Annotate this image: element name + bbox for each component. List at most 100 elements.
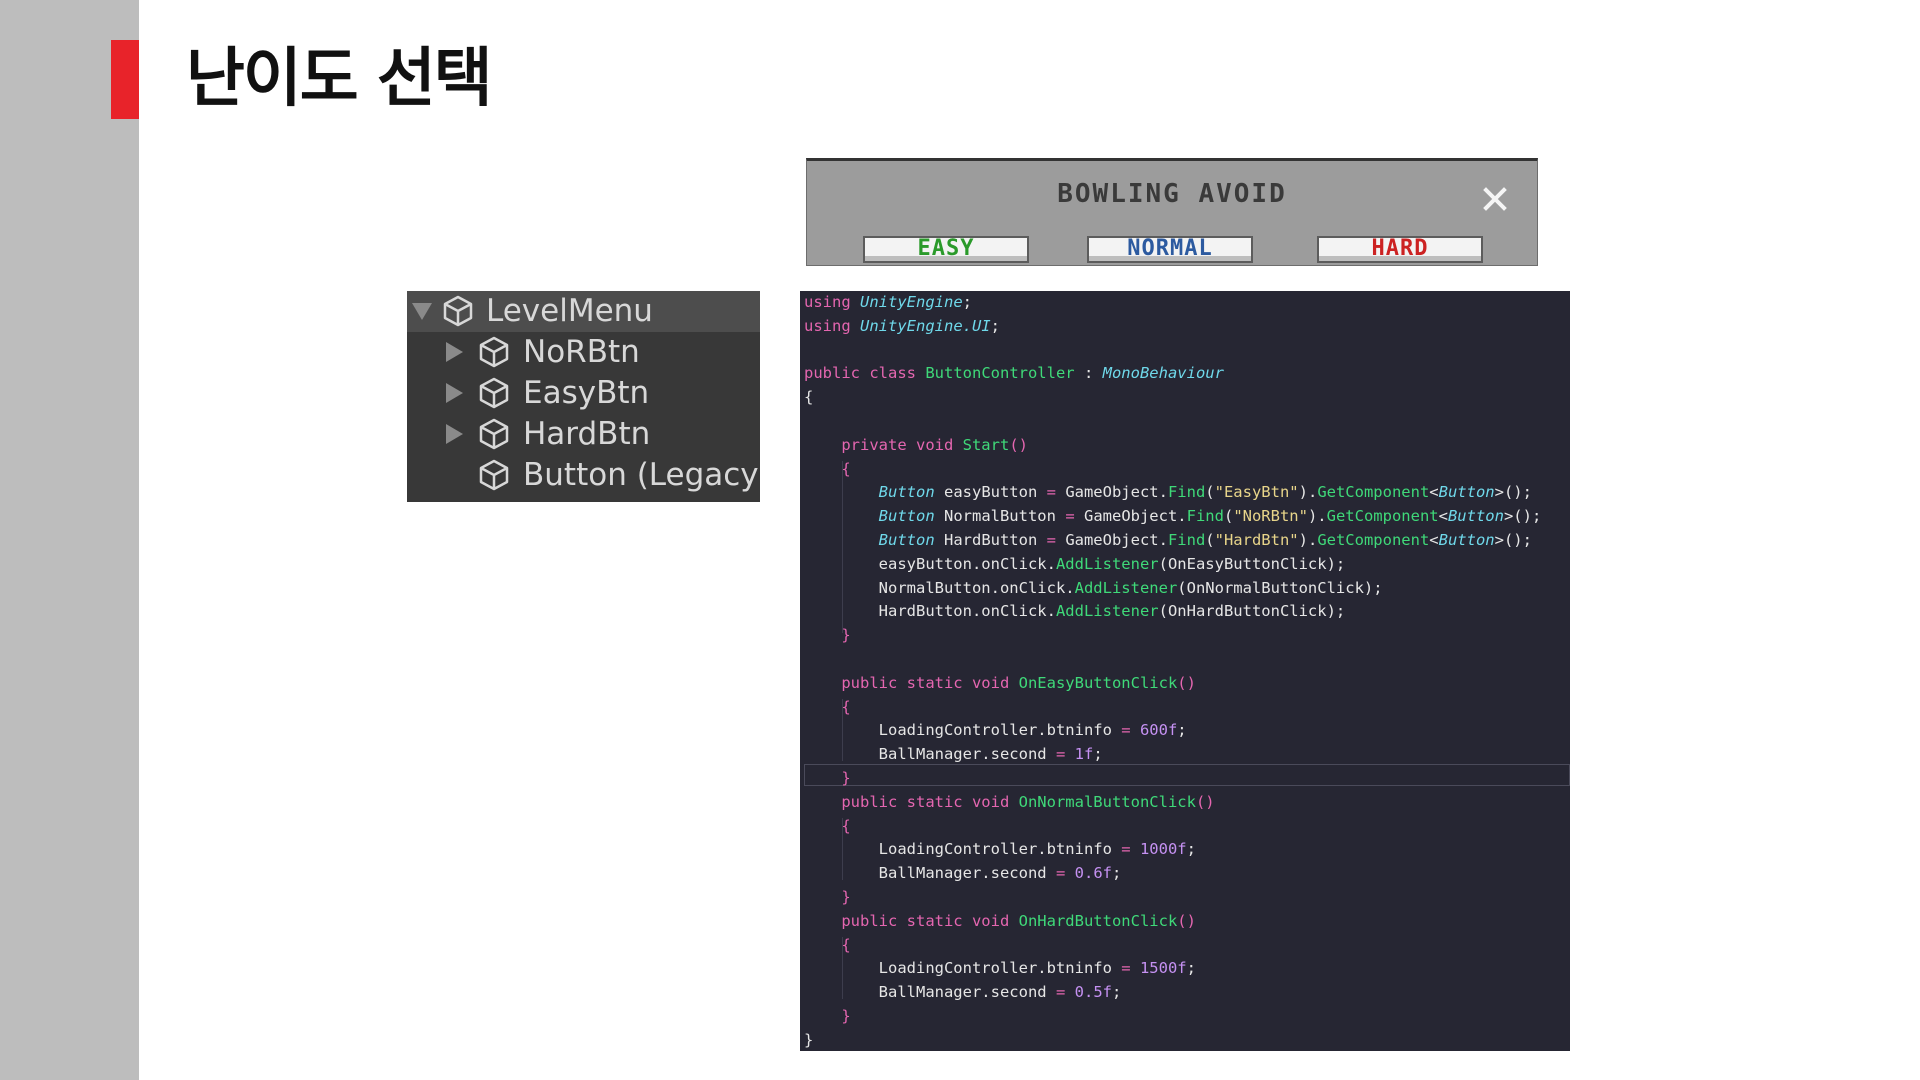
hard-button-label: HARD <box>1371 236 1429 261</box>
code-line: public static void OnHardButtonClick() <box>804 910 1196 934</box>
code-token: = <box>1065 507 1075 526</box>
expand-arrow-icon[interactable] <box>412 303 432 320</box>
game-window: BOWLING AVOID EASY NORMAL HARD <box>806 158 1538 266</box>
code-token: 0.5f <box>1074 983 1112 1002</box>
left-sidebar-band <box>0 0 139 1080</box>
code-token: () <box>1009 435 1028 454</box>
code-token: = <box>1121 959 1131 978</box>
code-token: = <box>1121 840 1131 859</box>
code-line: } <box>804 1029 813 1051</box>
code-token: ; <box>1186 959 1196 978</box>
hierarchy-item-easybtn[interactable]: EasyBtn <box>407 373 760 414</box>
code-token: NormalButton <box>934 507 1066 526</box>
code-token: OnEasyButtonClick <box>1018 673 1178 692</box>
code-token: UnityEngine.UI <box>860 316 991 335</box>
code-token: ( <box>1205 483 1215 502</box>
code-token: } <box>804 626 851 645</box>
code-line: public static void OnNormalButtonClick() <box>804 791 1214 815</box>
code-token: easyButton <box>934 483 1047 502</box>
code-token: ). <box>1298 483 1318 502</box>
code-token: OnNormalButtonClick <box>1018 792 1196 811</box>
code-token: ; <box>1111 864 1122 883</box>
code-token: "EasyBtn" <box>1214 483 1299 502</box>
game-title: BOWLING AVOID <box>1057 179 1287 209</box>
code-editor[interactable]: using UnityEngine; using UnityEngine.UI; p… <box>800 291 1570 1051</box>
code-line: } <box>804 1005 850 1029</box>
code-token: ; <box>1111 983 1122 1002</box>
code-line: { <box>804 386 813 410</box>
code-token: MonoBehaviour <box>1102 364 1224 383</box>
hierarchy-item-button-legacy[interactable]: Button (Legacy) <box>407 455 760 496</box>
code-token: "HardBtn" <box>1214 531 1299 549</box>
code-line: NormalButton.onClick.AddListener(OnNorma… <box>804 577 1383 601</box>
title-accent-bar <box>111 40 139 119</box>
code-token: GameObject. <box>1074 507 1187 526</box>
collapse-arrow-icon[interactable] <box>446 383 463 403</box>
collapse-arrow-icon[interactable] <box>446 342 463 362</box>
code-token: = <box>1055 983 1066 1002</box>
code-token: >(); <box>1503 507 1542 526</box>
code-line: } <box>804 767 850 791</box>
cube-icon <box>479 377 509 409</box>
code-token: Start <box>962 435 1010 454</box>
code-token: easyButton.onClick. <box>804 554 1056 573</box>
code-token: : <box>1074 364 1103 383</box>
easy-button[interactable]: EASY <box>863 236 1029 263</box>
code-token: GameObject. <box>1055 531 1168 549</box>
cube-icon <box>479 336 509 368</box>
hierarchy-label-easybtn: EasyBtn <box>523 375 650 411</box>
code-token: ; <box>1093 745 1103 764</box>
code-line: public static void OnEasyButtonClick() <box>804 672 1196 696</box>
code-token: = <box>1046 531 1056 549</box>
code-token: NormalButton.onClick. <box>804 578 1075 597</box>
code-token: = <box>1121 721 1131 740</box>
code-token: Button <box>1447 507 1504 526</box>
code-token: Find <box>1167 483 1206 502</box>
code-token: AddListener <box>1055 554 1159 573</box>
code-line: LoadingController.btninfo = 1500f; <box>804 957 1196 981</box>
code-token: using <box>804 316 860 335</box>
code-token: public static void <box>804 673 1019 692</box>
code-token: BallManager.second <box>804 864 1056 883</box>
cube-icon <box>443 295 473 327</box>
code-token: () <box>1177 673 1196 692</box>
hard-button[interactable]: HARD <box>1317 236 1483 263</box>
code-token: () <box>1177 911 1196 930</box>
hierarchy-item-levelmenu[interactable]: LevelMenu <box>407 291 760 332</box>
code-token: { <box>804 935 851 954</box>
code-line: { <box>804 458 850 482</box>
slide-title: 난이도 선택 <box>186 42 493 116</box>
code-line: { <box>804 815 850 839</box>
code-token: = <box>1055 745 1066 764</box>
code-token: < <box>1429 531 1439 549</box>
code-line: LoadingController.btninfo = 1000f; <box>804 838 1196 862</box>
code-token: < <box>1429 483 1439 502</box>
code-token: = <box>1055 864 1066 883</box>
hierarchy-label-hardbtn: HardBtn <box>523 416 651 452</box>
code-token: >(); <box>1494 483 1532 502</box>
code-token: Find <box>1186 507 1224 526</box>
code-line: BallManager.second = 0.5f; <box>804 981 1122 1005</box>
hierarchy-item-hardbtn[interactable]: HardBtn <box>407 414 760 455</box>
code-token: ; <box>990 316 1000 335</box>
easy-button-label: EASY <box>917 236 975 261</box>
code-token: ; <box>1186 840 1196 859</box>
collapse-arrow-icon[interactable] <box>446 424 463 444</box>
code-token: 600f <box>1139 721 1178 740</box>
code-line: } <box>804 624 851 648</box>
code-token: GetComponent <box>1326 507 1439 526</box>
hierarchy-item-norbtn[interactable]: NoRBtn <box>407 332 760 373</box>
code-token: { <box>804 697 851 716</box>
code-token: using <box>804 293 860 311</box>
code-token: BallManager.second <box>804 745 1056 764</box>
code-token: BallManager.second <box>804 983 1056 1002</box>
code-token: UnityEngine <box>860 293 963 311</box>
close-icon[interactable] <box>1481 185 1509 213</box>
normal-button[interactable]: NORMAL <box>1087 236 1253 263</box>
code-line: easyButton.onClick.AddListener(OnEasyBut… <box>804 553 1346 577</box>
code-token: 1500f <box>1139 959 1187 978</box>
